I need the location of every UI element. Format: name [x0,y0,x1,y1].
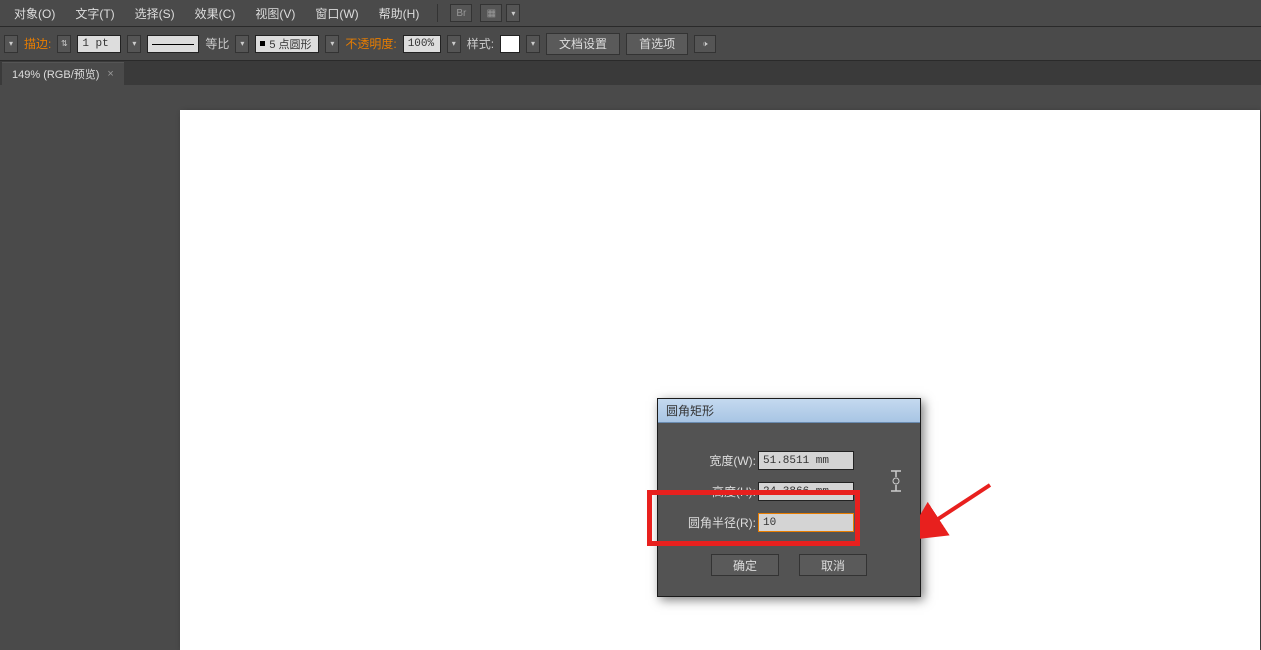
brush-swatch[interactable]: 5 点圆形 [255,35,319,53]
stroke-label: 描边: [24,35,51,52]
menu-object[interactable]: 对象(O) [4,1,65,26]
radius-row: 圆角半径(R): [670,513,908,532]
style-label: 样式: [467,35,494,52]
chevron-down-icon[interactable]: ▾ [4,35,18,53]
preferences-button[interactable]: 首选项 [626,33,688,55]
rounded-rect-dialog: 圆角矩形 宽度(W): 高度(H): 圆角半径(R): 确定 取消 [657,398,921,597]
arrange-docs-icon[interactable]: ▦ [480,4,502,22]
dialog-body: 宽度(W): 高度(H): 圆角半径(R): 确定 取消 [658,423,920,596]
radius-input[interactable] [758,513,854,532]
chevron-down-icon[interactable]: ▾ [325,35,339,53]
chevron-down-icon[interactable]: ▾ [235,35,249,53]
height-row: 高度(H): [670,482,908,501]
menu-help[interactable]: 帮助(H) [369,1,430,26]
stroke-stepper[interactable]: ⇅ [57,35,71,53]
chevron-down-icon[interactable]: ▾ [526,35,540,53]
document-tab-bar: 149% (RGB/预览) × [0,61,1261,85]
stroke-input[interactable]: 1 pt [77,35,121,53]
menu-text[interactable]: 文字(T) [65,1,124,26]
menu-select[interactable]: 选择(S) [125,1,185,26]
menu-view[interactable]: 视图(V) [245,1,305,26]
menu-effect[interactable]: 效果(C) [185,1,246,26]
dot-icon [260,41,265,46]
close-icon[interactable]: × [107,68,113,80]
width-label: 宽度(W): [670,452,758,469]
ok-button[interactable]: 确定 [711,554,779,576]
opacity-label: 不透明度: [345,35,396,52]
scale-label: 等比 [205,35,229,52]
width-input[interactable] [758,451,854,470]
dialog-title: 圆角矩形 [658,399,920,423]
stroke-style-swatch[interactable] [147,35,199,53]
chevron-down-icon[interactable]: ▾ [506,4,520,22]
canvas-area[interactable] [0,85,1261,644]
chevron-down-icon[interactable]: ▾ [127,35,141,53]
height-label: 高度(H): [670,483,758,500]
width-row: 宽度(W): [670,451,908,470]
constrain-proportions-icon[interactable] [886,471,906,491]
menu-window[interactable]: 窗口(W) [305,1,368,26]
opacity-input[interactable]: 100% [403,35,441,53]
options-toolbar: ▾ 描边: ⇅ 1 pt ▾ 等比 ▾ 5 点圆形 ▾ 不透明度: 100% ▾… [0,27,1261,61]
style-swatch[interactable] [500,35,520,53]
brush-name: 5 点圆形 [269,36,311,52]
divider [437,4,438,22]
dialog-buttons: 确定 取消 [670,554,908,576]
doc-setup-button[interactable]: 文档设置 [546,33,620,55]
bridge-icon[interactable]: Br [450,4,472,22]
chevron-down-icon[interactable]: ▾ [447,35,461,53]
radius-label: 圆角半径(R): [670,514,758,531]
cancel-button[interactable]: 取消 [799,554,867,576]
align-icon[interactable]: 🕩 [694,35,716,53]
document-tab[interactable]: 149% (RGB/预览) × [2,62,124,85]
menubar: 对象(O) 文字(T) 选择(S) 效果(C) 视图(V) 窗口(W) 帮助(H… [0,0,1261,27]
tab-label: 149% (RGB/预览) [12,66,99,82]
height-input[interactable] [758,482,854,501]
